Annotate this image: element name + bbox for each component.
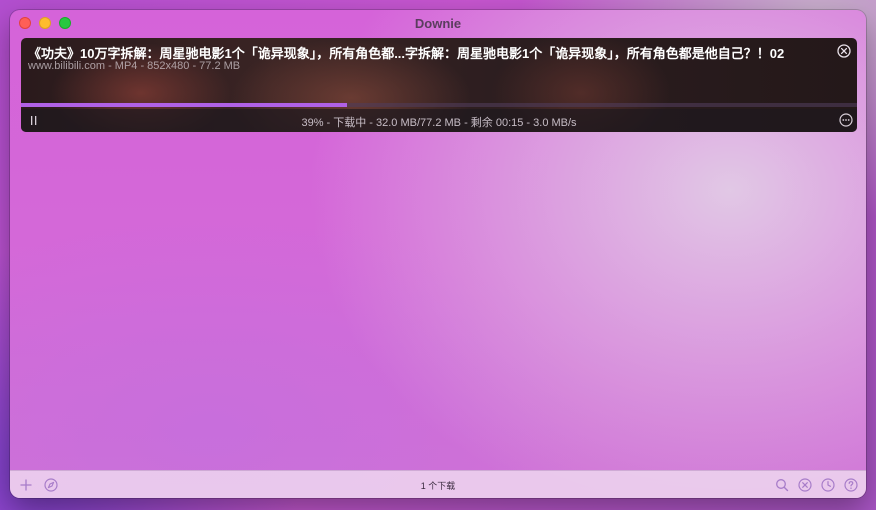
title-bar[interactable]: Downie xyxy=(10,10,866,36)
download-meta: www.bilibili.com - MP4 - 852x480 - 77.2 … xyxy=(28,60,241,72)
download-item[interactable]: 《功夫》10万字拆解：周星驰电影1个「诡异现象」，所有角色都...字拆解：周星驰… xyxy=(21,38,857,132)
progress-fill xyxy=(21,103,348,107)
bottom-toolbar: 1 个下载 xyxy=(10,470,866,498)
download-status: 39% - 下载中 - 32.0 MB/77.2 MB - 剩余 00:15 -… xyxy=(301,117,577,129)
question-icon[interactable] xyxy=(844,478,858,492)
x-circle-icon[interactable] xyxy=(837,44,851,58)
progress-bar xyxy=(21,103,857,107)
download-status-bar: 39% - 下载中 - 32.0 MB/77.2 MB - 剩余 00:15 -… xyxy=(21,109,857,132)
download-count: 1 个下载 xyxy=(420,481,456,491)
x-circle-icon[interactable] xyxy=(798,478,812,492)
clock-icon[interactable] xyxy=(821,478,835,492)
app-window: Downie 《功夫》10万字拆解：周星驰电影1个「诡异现象」，所有角色都...… xyxy=(10,10,866,498)
window-title: Downie xyxy=(414,16,462,31)
ellipsis-circle-icon[interactable] xyxy=(839,113,853,127)
search-icon[interactable] xyxy=(775,478,789,492)
